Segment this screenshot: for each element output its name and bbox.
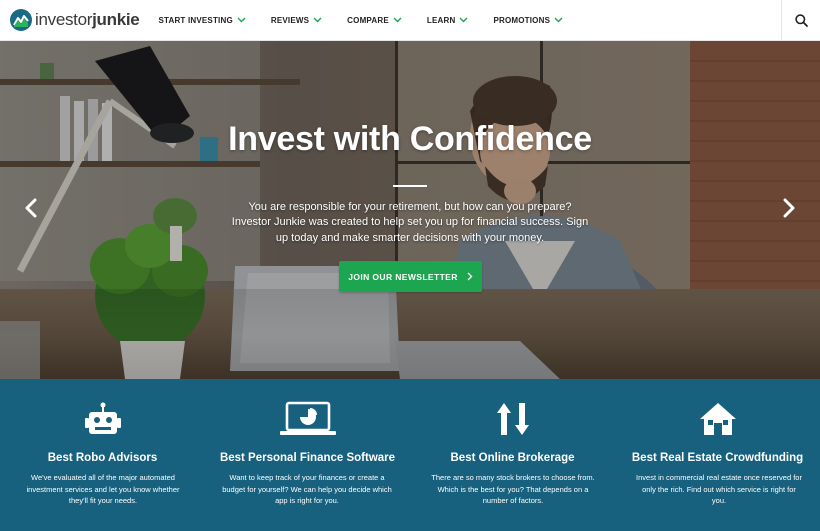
features-band: Best Robo Advisors We've evaluated all o… [0,379,820,531]
feature-text: We've evaluated all of the major automat… [26,473,180,505]
join-newsletter-button[interactable]: JOIN OUR NEWSLETTER [339,261,482,292]
laptop-chart-icon [279,401,336,435]
search-button[interactable] [781,0,820,41]
site-header: investorjunkie START INVESTING REVIEWS C… [0,0,820,41]
hero-title: Invest with Confidence [228,120,592,158]
nav-label: COMPARE [347,15,389,25]
search-icon [794,14,808,27]
feature-title: Best Online Brokerage [450,452,575,464]
feature-text: Want to keep track of your finances or c… [222,473,392,505]
hero-carousel: Invest with Confidence You are responsib… [0,41,820,379]
nav-start-investing[interactable]: START INVESTING [158,0,246,41]
main-nav: START INVESTING REVIEWS COMPARE LEARN PR… [158,0,588,41]
logo-text: investorjunkie [35,10,140,29]
robot-icon [84,402,121,434]
hero-description: You are responsible for your retirement,… [231,201,589,244]
chevron-down-icon [237,17,246,23]
feature-robo-advisors[interactable]: Best Robo Advisors We've evaluated all o… [0,379,205,531]
carousel-next-button[interactable] [782,198,796,218]
hero-divider [393,185,427,187]
nav-label: START INVESTING [158,15,233,25]
feature-title: Best Robo Advisors [47,452,158,464]
feature-text: Invest in commercial real estate once re… [636,473,802,505]
chevron-down-icon [313,17,322,23]
site-logo[interactable]: investorjunkie [10,0,140,41]
nav-label: LEARN [426,15,456,25]
feature-online-brokerage[interactable]: Best Online Brokerage There are so many … [410,379,615,531]
nav-reviews[interactable]: REVIEWS [271,0,322,41]
feature-personal-finance-software[interactable]: Best Personal Finance Software Want to k… [205,379,410,531]
nav-compare[interactable]: COMPARE [347,0,402,41]
feature-title: Best Personal Finance Software [219,452,396,464]
logo-icon [10,9,32,31]
nav-label: REVIEWS [270,15,310,25]
house-icon [699,403,736,435]
cta-label: JOIN OUR NEWSLETTER [348,271,458,282]
nav-promotions[interactable]: PROMOTIONS [493,0,563,41]
chevron-down-icon [554,17,563,23]
feature-text: There are so many stock brokers to choos… [431,473,595,505]
feature-title: Best Real Estate Crowdfunding [631,452,804,464]
nav-learn[interactable]: LEARN [427,0,469,41]
chevron-down-icon [393,17,402,23]
nav-label: PROMOTIONS [493,15,551,25]
up-down-arrows-icon [496,403,529,435]
feature-real-estate-crowdfunding[interactable]: Best Real Estate Crowdfunding Invest in … [615,379,820,531]
carousel-prev-button[interactable] [24,198,38,218]
chevron-down-icon [459,17,468,23]
chevron-right-icon [467,272,473,281]
